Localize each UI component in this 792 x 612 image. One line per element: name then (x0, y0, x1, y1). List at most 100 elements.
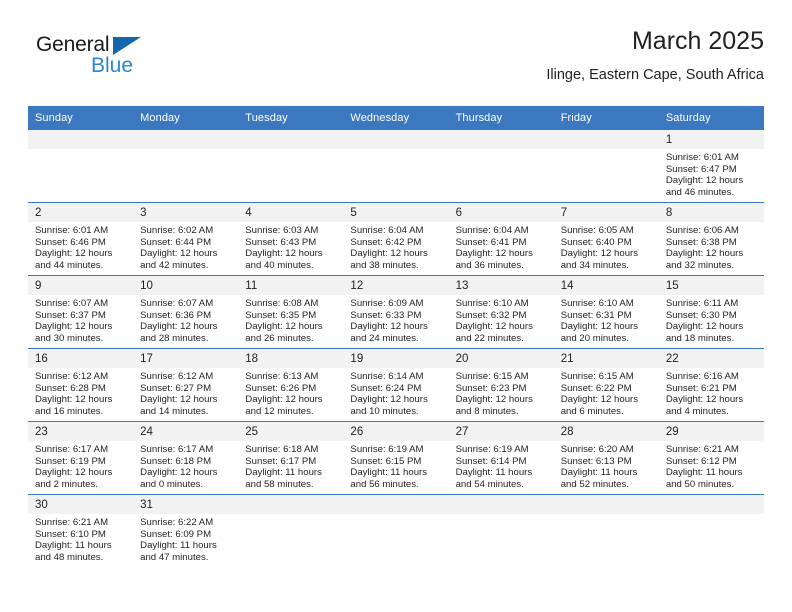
calendar-day-cell[interactable]: 22 Sunrise: 6:16 AM Sunset: 6:21 PM Dayligh… (658, 349, 764, 421)
calendar-day-cell[interactable]: 14 Sunrise: 6:10 AM Sunset: 6:31 PM Dayligh… (553, 276, 659, 348)
weekday-header-wednesday: Wednesday (343, 106, 449, 130)
sunset-text: Sunset: 6:19 PM (35, 455, 106, 467)
daylight-text-line1: Daylight: 12 hours (665, 248, 744, 260)
calendar-day-cell[interactable]: 18 Sunrise: 6:13 AM Sunset: 6:26 PM Dayligh… (238, 349, 344, 421)
day-number: 28 (553, 422, 659, 441)
daylight-text-line2: and 14 minutes. (140, 405, 209, 417)
day-number: 23 (28, 422, 134, 441)
calendar-day-cell[interactable]: 8 Sunrise: 6:06 AM Sunset: 6:38 PM Daylight… (658, 203, 764, 275)
calendar-day-cell[interactable]: 31 Sunrise: 6:22 AM Sunset: 6:09 PM Dayligh… (133, 495, 239, 567)
day-details: Sunrise: 6:11 AM Sunset: 6:30 PM Daylight:… (659, 295, 764, 344)
calendar-day-cell[interactable]: 4 Sunrise: 6:03 AM Sunset: 6:43 PM Daylight… (238, 203, 344, 275)
logo-text-blue: Blue (91, 54, 134, 77)
day-number: 5 (343, 203, 449, 222)
calendar-day-cell-empty (238, 130, 344, 202)
sunset-text: Sunset: 6:41 PM (455, 236, 527, 248)
daylight-text-line1: Daylight: 12 hours (665, 321, 744, 333)
sunrise-text: Sunrise: 6:06 AM (665, 225, 739, 236)
calendar-day-cell[interactable]: 17 Sunrise: 6:12 AM Sunset: 6:27 PM Dayligh… (133, 349, 239, 421)
calendar-day-cell[interactable]: 28 Sunrise: 6:20 AM Sunset: 6:13 PM Dayligh… (553, 422, 659, 494)
daylight-text-line1: Daylight: 12 hours (245, 248, 323, 260)
day-number (553, 495, 659, 514)
calendar-day-cell[interactable]: 25 Sunrise: 6:18 AM Sunset: 6:17 PM Dayligh… (238, 422, 344, 494)
daylight-text-line1: Daylight: 12 hours (35, 467, 113, 479)
sunset-text: Sunset: 6:47 PM (665, 163, 737, 175)
calendar-week-row: 1 Sunrise: 6:01 AM Sunset: 6:47 PM Daylight… (28, 130, 764, 203)
day-details: Sunrise: 6:01 AM Sunset: 6:47 PM Daylight:… (659, 149, 764, 198)
daylight-text-line2: and 16 minutes. (35, 405, 104, 417)
sunrise-text: Sunrise: 6:04 AM (350, 225, 424, 236)
calendar-day-cell[interactable]: 3 Sunrise: 6:02 AM Sunset: 6:44 PM Daylight… (133, 203, 239, 275)
calendar-week-row: 9 Sunrise: 6:07 AM Sunset: 6:37 PM Daylight… (28, 276, 764, 349)
day-number: 25 (238, 422, 344, 441)
day-number (448, 130, 554, 149)
calendar-day-cell[interactable]: 1 Sunrise: 6:01 AM Sunset: 6:47 PM Daylight… (658, 130, 764, 202)
calendar-day-cell[interactable]: 13 Sunrise: 6:10 AM Sunset: 6:32 PM Dayligh… (448, 276, 554, 348)
day-number: 19 (343, 349, 449, 368)
general-blue-logo[interactable]: General Blue (36, 34, 236, 90)
daylight-text-line1: Daylight: 12 hours (140, 248, 218, 260)
daylight-text-line1: Daylight: 12 hours (245, 321, 323, 333)
sunset-text: Sunset: 6:30 PM (665, 309, 737, 321)
calendar-day-cell[interactable]: 20 Sunrise: 6:15 AM Sunset: 6:23 PM Dayligh… (448, 349, 554, 421)
day-number: 31 (133, 495, 239, 514)
sunrise-text: Sunrise: 6:13 AM (245, 371, 319, 382)
calendar-day-cell[interactable]: 30 Sunrise: 6:21 AM Sunset: 6:10 PM Dayligh… (28, 495, 134, 567)
sunrise-text: Sunrise: 6:11 AM (665, 298, 739, 309)
calendar-day-cell[interactable]: 29 Sunrise: 6:21 AM Sunset: 6:12 PM Dayligh… (658, 422, 764, 494)
sunset-text: Sunset: 6:10 PM (35, 528, 106, 540)
day-number: 20 (448, 349, 554, 368)
calendar-day-cell[interactable]: 15 Sunrise: 6:11 AM Sunset: 6:30 PM Dayligh… (658, 276, 764, 348)
daylight-text-line2: and 12 minutes. (245, 405, 314, 417)
page-title: March 2025 (631, 27, 764, 55)
page-subtitle: Ilinge, Eastern Cape, South Africa (546, 67, 764, 83)
sunrise-text: Sunrise: 6:21 AM (665, 444, 739, 455)
calendar-day-cell[interactable]: 6 Sunrise: 6:04 AM Sunset: 6:41 PM Daylight… (448, 203, 554, 275)
calendar-week-row: 2 Sunrise: 6:01 AM Sunset: 6:46 PM Daylight… (28, 203, 764, 276)
daylight-text-line1: Daylight: 12 hours (35, 321, 113, 333)
day-number (28, 130, 134, 149)
calendar-day-cell[interactable]: 23 Sunrise: 6:17 AM Sunset: 6:19 PM Dayligh… (28, 422, 134, 494)
sunset-text: Sunset: 6:26 PM (245, 382, 317, 394)
calendar-day-cell-empty (448, 130, 554, 202)
calendar-day-cell[interactable]: 7 Sunrise: 6:05 AM Sunset: 6:40 PM Daylight… (553, 203, 659, 275)
sunrise-text: Sunrise: 6:16 AM (665, 371, 739, 382)
calendar-day-cell[interactable]: 19 Sunrise: 6:14 AM Sunset: 6:24 PM Dayligh… (343, 349, 449, 421)
calendar-day-cell-empty (658, 495, 764, 567)
day-number: 6 (448, 203, 554, 222)
calendar-day-cell[interactable]: 24 Sunrise: 6:17 AM Sunset: 6:18 PM Dayligh… (133, 422, 239, 494)
daylight-text-line1: Daylight: 12 hours (245, 394, 323, 406)
calendar-day-cell[interactable]: 16 Sunrise: 6:12 AM Sunset: 6:28 PM Dayligh… (28, 349, 134, 421)
day-details: Sunrise: 6:07 AM Sunset: 6:36 PM Daylight:… (133, 295, 238, 344)
day-details: Sunrise: 6:07 AM Sunset: 6:37 PM Daylight:… (28, 295, 133, 344)
calendar-header-row: Sunday Monday Tuesday Wednesday Thursday Frid… (28, 106, 764, 130)
calendar-day-cell[interactable]: 11 Sunrise: 6:08 AM Sunset: 6:35 PM Dayligh… (238, 276, 344, 348)
sunset-text: Sunset: 6:38 PM (665, 236, 737, 248)
day-number (133, 130, 239, 149)
sunrise-text: Sunrise: 6:10 AM (455, 298, 529, 309)
daylight-text-line2: and 46 minutes. (665, 186, 735, 198)
daylight-text-line1: Daylight: 12 hours (350, 248, 428, 260)
calendar-day-cell[interactable]: 2 Sunrise: 6:01 AM Sunset: 6:46 PM Daylight… (28, 203, 134, 275)
day-details: Sunrise: 6:05 AM Sunset: 6:40 PM Daylight:… (554, 222, 659, 271)
day-details: Sunrise: 6:19 AM Sunset: 6:15 PM Daylight:… (343, 441, 448, 490)
day-number: 8 (658, 203, 764, 222)
page-header: General Blue March 2025 Ilinge, Eastern … (28, 26, 764, 100)
sunset-text: Sunset: 6:40 PM (560, 236, 632, 248)
calendar-day-cell-empty (343, 495, 449, 567)
calendar-day-cell[interactable]: 5 Sunrise: 6:04 AM Sunset: 6:42 PM Daylight… (343, 203, 449, 275)
calendar-day-cell[interactable]: 21 Sunrise: 6:15 AM Sunset: 6:22 PM Dayligh… (553, 349, 659, 421)
calendar-day-cell[interactable]: 9 Sunrise: 6:07 AM Sunset: 6:37 PM Daylight… (28, 276, 134, 348)
sunrise-text: Sunrise: 6:01 AM (35, 225, 109, 236)
calendar-day-cell[interactable]: 10 Sunrise: 6:07 AM Sunset: 6:36 PM Dayligh… (133, 276, 239, 348)
sunrise-text: Sunrise: 6:17 AM (35, 444, 109, 455)
logo-triangle-icon (113, 37, 141, 55)
calendar-day-cell[interactable]: 26 Sunrise: 6:19 AM Sunset: 6:15 PM Dayligh… (343, 422, 449, 494)
calendar-day-cell[interactable]: 12 Sunrise: 6:09 AM Sunset: 6:33 PM Dayligh… (343, 276, 449, 348)
calendar-day-cell-empty (28, 130, 134, 202)
calendar-day-cell[interactable]: 27 Sunrise: 6:19 AM Sunset: 6:14 PM Dayligh… (448, 422, 554, 494)
day-details: Sunrise: 6:04 AM Sunset: 6:42 PM Daylight:… (343, 222, 448, 271)
daylight-text-line1: Daylight: 12 hours (35, 394, 113, 406)
daylight-text-line1: Daylight: 11 hours (455, 467, 533, 479)
daylight-text-line2: and 2 minutes. (35, 478, 98, 490)
